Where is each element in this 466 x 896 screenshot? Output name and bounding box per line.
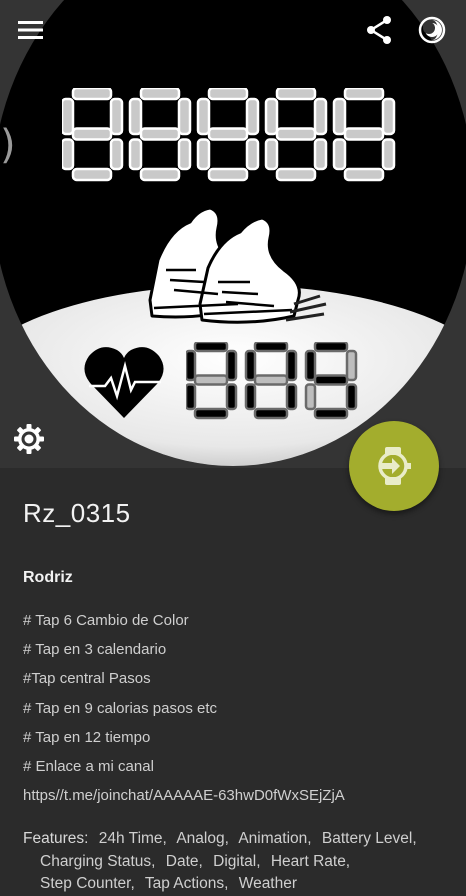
segment-on bbox=[193, 407, 229, 420]
segment-on bbox=[71, 88, 113, 101]
feature-item: Weather bbox=[238, 875, 298, 892]
segment-on bbox=[128, 138, 143, 171]
segment-on bbox=[186, 383, 197, 411]
segment-on bbox=[313, 374, 349, 386]
segment-on bbox=[128, 97, 143, 136]
feature-item: Heart Rate, bbox=[270, 852, 351, 870]
steps-display bbox=[62, 88, 396, 182]
watch-face-preview: 00000 005 ) bbox=[0, 0, 466, 468]
half-moon-toggle-icon bbox=[418, 16, 446, 44]
segment-off bbox=[275, 127, 317, 141]
segment-on bbox=[62, 97, 75, 136]
segment-on bbox=[245, 97, 260, 136]
feature-item: Date, bbox=[165, 852, 203, 870]
feature-item: Digital, bbox=[213, 852, 261, 870]
feature-item: Animation, bbox=[238, 830, 312, 847]
feature-item: 24h Time, bbox=[98, 830, 167, 847]
menu-button[interactable] bbox=[12, 12, 48, 48]
segment-on bbox=[275, 167, 317, 182]
segment-on bbox=[225, 349, 238, 382]
features-list: Features: 24h Time, Analog, Animation, B… bbox=[23, 828, 453, 896]
feature-item: Battery Level, bbox=[321, 830, 417, 847]
segment-off bbox=[207, 127, 249, 141]
segment-on bbox=[193, 342, 229, 353]
segment-on bbox=[275, 88, 317, 101]
segment-on bbox=[244, 349, 257, 382]
features-label: Features: bbox=[23, 830, 89, 847]
description-line: # Tap en 3 calendario bbox=[23, 641, 167, 659]
segment-on bbox=[343, 167, 385, 182]
description-line: # Tap en 9 calorias pasos etc bbox=[23, 699, 218, 717]
segment-on bbox=[139, 88, 181, 101]
segment-on bbox=[264, 97, 279, 136]
theme-toggle-button[interactable] bbox=[414, 12, 450, 48]
share-icon bbox=[367, 16, 391, 44]
segment-on bbox=[62, 138, 75, 171]
segment-on bbox=[343, 88, 385, 101]
segment-on bbox=[332, 138, 347, 171]
segment-on bbox=[196, 97, 211, 136]
description-line: # Tap en 12 tiempo bbox=[23, 728, 151, 746]
segment-on bbox=[285, 383, 298, 411]
segment-off bbox=[139, 127, 181, 141]
segment-on bbox=[207, 167, 249, 182]
feature-item: Analog, bbox=[176, 830, 229, 847]
segment-on bbox=[225, 383, 238, 411]
description-line: # Enlace a mi canal bbox=[23, 757, 154, 775]
watch-send-icon bbox=[378, 447, 411, 485]
heart-pulse-icon[interactable] bbox=[83, 342, 165, 420]
segment-on bbox=[304, 349, 317, 382]
segment-on bbox=[381, 138, 396, 171]
watch-face-title: Rz_0315 bbox=[23, 498, 131, 528]
description-line: # Tap 6 Cambio de Color bbox=[23, 612, 189, 629]
share-button[interactable] bbox=[362, 12, 398, 48]
author-name[interactable]: Rodriz bbox=[23, 569, 73, 587]
segment-on bbox=[313, 97, 328, 136]
segment-off bbox=[345, 349, 358, 382]
segment-off bbox=[71, 127, 113, 141]
segment-off bbox=[304, 383, 317, 411]
segment-on bbox=[381, 97, 396, 136]
segment-on bbox=[345, 383, 358, 411]
segment-on bbox=[313, 138, 328, 171]
segment-on bbox=[253, 407, 289, 420]
segment-on bbox=[71, 167, 113, 182]
install-on-watch-button[interactable] bbox=[349, 421, 439, 511]
description-link[interactable]: https//t.me/joinchat/AAAAAE-63hwD0fWxSEj… bbox=[23, 786, 453, 815]
segment-on bbox=[109, 97, 124, 136]
segment-on bbox=[313, 407, 349, 420]
side-mark: ) bbox=[0, 122, 16, 168]
description: # Tap 6 Cambio de Color # Tap en 3 calen… bbox=[23, 611, 453, 815]
segment-on bbox=[139, 167, 181, 182]
segment-off bbox=[193, 374, 229, 386]
segment-on bbox=[253, 342, 289, 353]
segment-on bbox=[177, 97, 192, 136]
sneakers-icon[interactable] bbox=[140, 200, 330, 330]
segment-on bbox=[207, 88, 249, 101]
heart-rate-display bbox=[186, 342, 358, 420]
settings-button[interactable] bbox=[12, 422, 46, 456]
hamburger-menu-icon bbox=[18, 21, 43, 39]
gear-icon bbox=[14, 424, 44, 454]
feature-item: Step Counter, bbox=[40, 875, 135, 892]
segment-off bbox=[343, 127, 385, 141]
segment-on bbox=[186, 349, 197, 382]
segment-on bbox=[285, 349, 298, 382]
segment-on bbox=[196, 138, 211, 171]
segment-on bbox=[332, 97, 347, 136]
feature-item: Tap Actions, bbox=[144, 875, 229, 892]
segment-on bbox=[264, 138, 279, 171]
segment-on bbox=[109, 138, 124, 171]
feature-item: Charging Status, bbox=[40, 852, 156, 870]
segment-on bbox=[245, 138, 260, 171]
segment-on bbox=[244, 383, 257, 411]
description-line: #Tap central Pasos bbox=[23, 670, 151, 688]
segment-on bbox=[313, 342, 349, 353]
segment-off bbox=[253, 374, 289, 386]
segment-on bbox=[177, 138, 192, 171]
